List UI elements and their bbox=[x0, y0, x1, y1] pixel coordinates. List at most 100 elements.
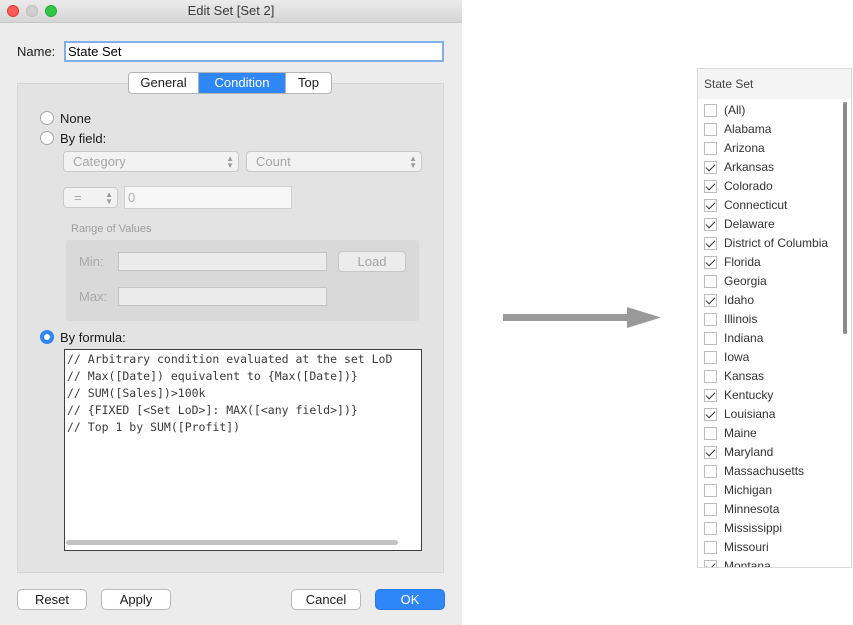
unchecked-checkbox[interactable] bbox=[704, 503, 717, 516]
min-input[interactable] bbox=[118, 252, 327, 271]
cancel-button[interactable]: Cancel bbox=[291, 589, 361, 610]
unchecked-checkbox[interactable] bbox=[704, 522, 717, 535]
by-formula-label: By formula: bbox=[60, 330, 126, 345]
apply-button[interactable]: Apply bbox=[101, 589, 171, 610]
tab-top[interactable]: Top bbox=[285, 73, 331, 93]
checked-checkbox[interactable] bbox=[704, 218, 717, 231]
state-list-item[interactable]: District of Columbia bbox=[704, 234, 844, 253]
unchecked-checkbox[interactable] bbox=[704, 351, 717, 364]
tab-general[interactable]: General bbox=[129, 73, 199, 93]
title-bar[interactable]: Edit Set [Set 2] bbox=[0, 0, 462, 23]
operator-select[interactable]: = ▲ ▼ bbox=[63, 187, 118, 208]
state-list-item[interactable]: Minnesota bbox=[704, 500, 844, 519]
state-list-item[interactable]: Indiana bbox=[704, 329, 844, 348]
state-list-item[interactable]: Kansas bbox=[704, 367, 844, 386]
state-item-label: Arkansas bbox=[724, 160, 775, 174]
state-list-item[interactable]: Montana bbox=[704, 557, 844, 567]
formula-line: // Arbitrary condition evaluated at the … bbox=[67, 352, 393, 366]
unchecked-checkbox[interactable] bbox=[704, 104, 717, 117]
by-field-label: By field: bbox=[60, 131, 107, 146]
state-item-label: Mississippi bbox=[724, 521, 783, 535]
checked-checkbox[interactable] bbox=[704, 237, 717, 250]
state-list-item[interactable]: Michigan bbox=[704, 481, 844, 500]
state-list-item[interactable]: Idaho bbox=[704, 291, 844, 310]
state-list-item[interactable]: Illinois bbox=[704, 310, 844, 329]
reset-button[interactable]: Reset bbox=[17, 589, 87, 610]
checked-checkbox[interactable] bbox=[704, 294, 717, 307]
state-item-label: Massachusetts bbox=[724, 464, 805, 478]
load-button[interactable]: Load bbox=[338, 251, 406, 272]
state-list-item[interactable]: Arkansas bbox=[704, 158, 844, 177]
none-radio[interactable] bbox=[40, 111, 54, 125]
min-label: Min: bbox=[79, 254, 104, 269]
name-input[interactable] bbox=[64, 41, 444, 62]
formula-editor[interactable]: // Arbitrary condition evaluated at the … bbox=[64, 349, 422, 551]
state-list-item[interactable]: Florida bbox=[704, 253, 844, 272]
right-arrow-icon bbox=[503, 307, 661, 328]
checked-checkbox[interactable] bbox=[704, 446, 717, 459]
range-of-values-label: Range of Values bbox=[71, 223, 152, 235]
checked-checkbox[interactable] bbox=[704, 199, 717, 212]
state-item-label: Connecticut bbox=[724, 198, 788, 212]
max-label: Max: bbox=[79, 289, 108, 304]
checked-checkbox[interactable] bbox=[704, 256, 717, 269]
unchecked-checkbox[interactable] bbox=[704, 123, 717, 136]
unchecked-checkbox[interactable] bbox=[704, 275, 717, 288]
updown-arrows-icon: ▲ ▼ bbox=[226, 154, 234, 170]
state-list-item[interactable]: Arizona bbox=[704, 139, 844, 158]
unchecked-checkbox[interactable] bbox=[704, 427, 717, 440]
state-list-item[interactable]: Maryland bbox=[704, 443, 844, 462]
state-item-label: Indiana bbox=[724, 331, 764, 345]
state-list-item[interactable]: Georgia bbox=[704, 272, 844, 291]
max-input[interactable] bbox=[118, 287, 327, 306]
unchecked-checkbox[interactable] bbox=[704, 465, 717, 478]
checked-checkbox[interactable] bbox=[704, 161, 717, 174]
state-item-label: Michigan bbox=[724, 483, 773, 497]
state-list-item[interactable]: (All) bbox=[704, 101, 844, 120]
state-list-item[interactable]: Mississippi bbox=[704, 519, 844, 538]
state-list-item[interactable]: Louisiana bbox=[704, 405, 844, 424]
state-set-header: State Set bbox=[698, 69, 851, 99]
field-select[interactable]: Category ▲ ▼ bbox=[63, 151, 239, 172]
unchecked-checkbox[interactable] bbox=[704, 332, 717, 345]
checked-checkbox[interactable] bbox=[704, 180, 717, 193]
updown-arrows-icon: ▲ ▼ bbox=[409, 154, 417, 170]
ok-button[interactable]: OK bbox=[375, 589, 445, 610]
state-list-scrollbar[interactable] bbox=[843, 102, 847, 334]
state-item-label: Colorado bbox=[724, 179, 773, 193]
tab-condition[interactable]: Condition bbox=[199, 73, 285, 93]
unchecked-checkbox[interactable] bbox=[704, 142, 717, 155]
unchecked-checkbox[interactable] bbox=[704, 370, 717, 383]
unchecked-checkbox[interactable] bbox=[704, 484, 717, 497]
aggregation-select[interactable]: Count ▲ ▼ bbox=[246, 151, 422, 172]
state-list-item[interactable]: Kentucky bbox=[704, 386, 844, 405]
condition-value-input[interactable]: 0 bbox=[124, 186, 292, 209]
state-item-label: Minnesota bbox=[724, 502, 780, 516]
state-item-label: Idaho bbox=[724, 293, 755, 307]
state-list-item[interactable]: Massachusetts bbox=[704, 462, 844, 481]
unchecked-checkbox[interactable] bbox=[704, 313, 717, 326]
checked-checkbox[interactable] bbox=[704, 560, 717, 567]
by-field-radio[interactable] bbox=[40, 131, 54, 145]
state-list-item[interactable]: Alabama bbox=[704, 120, 844, 139]
unchecked-checkbox[interactable] bbox=[704, 541, 717, 554]
state-list-item[interactable]: Maine bbox=[704, 424, 844, 443]
state-item-label: District of Columbia bbox=[724, 236, 829, 250]
checked-checkbox[interactable] bbox=[704, 408, 717, 421]
state-item-label: Maine bbox=[724, 426, 757, 440]
checked-checkbox[interactable] bbox=[704, 389, 717, 402]
state-set-filter-card: State Set (All) Alabama Arizona Arkansas Col… bbox=[697, 68, 852, 568]
state-list-item[interactable]: Missouri bbox=[704, 538, 844, 557]
state-list-item[interactable]: Connecticut bbox=[704, 196, 844, 215]
state-list-item[interactable]: Colorado bbox=[704, 177, 844, 196]
aggregation-select-value: Count bbox=[256, 154, 291, 169]
tab-bar: General Condition Top bbox=[128, 72, 332, 94]
state-item-label: Georgia bbox=[724, 274, 767, 288]
state-list-item[interactable]: Delaware bbox=[704, 215, 844, 234]
by-formula-radio[interactable] bbox=[40, 330, 54, 344]
formula-horizontal-scrollbar[interactable] bbox=[66, 540, 398, 545]
edit-set-dialog: Edit Set [Set 2] Name: General Condition… bbox=[0, 0, 462, 625]
state-item-label: Arizona bbox=[724, 141, 765, 155]
state-list-item[interactable]: Iowa bbox=[704, 348, 844, 367]
formula-line: // SUM([Sales])>100k bbox=[67, 386, 206, 400]
